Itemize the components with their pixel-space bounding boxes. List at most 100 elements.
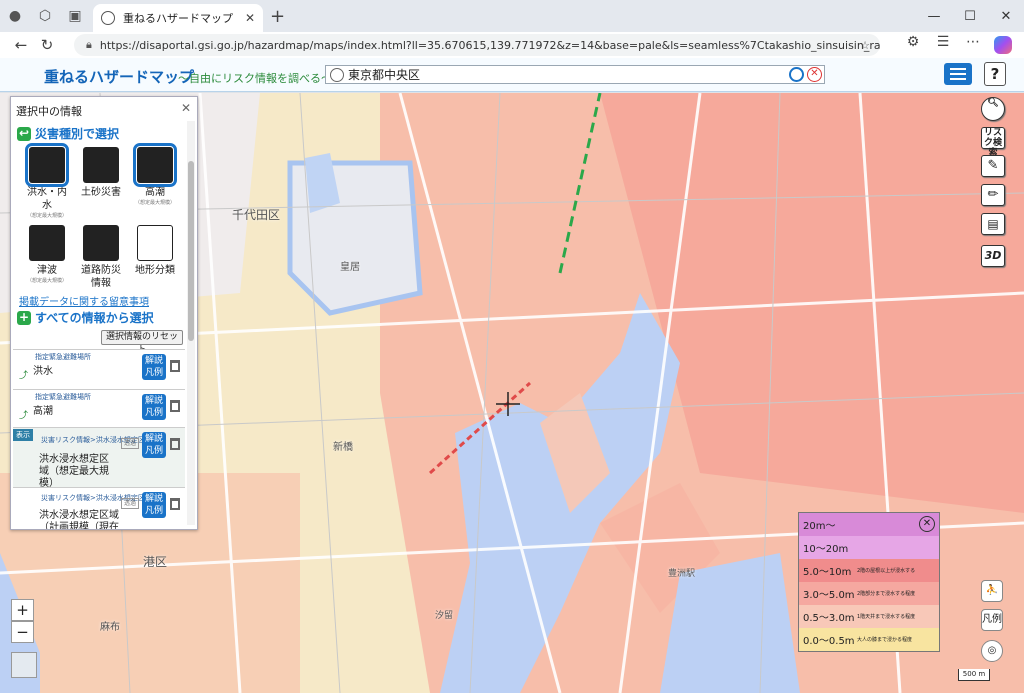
reset-button[interactable]: 選択情報のリセット (101, 330, 183, 355)
layer-item[interactable]: 指定緊急避難場所 ⤴ 高潮 解説凡例 (13, 389, 185, 427)
section-label: 災害種別で選択 (35, 127, 120, 141)
hazard-flood[interactable]: 洪水・内水 （想定最大規模） (25, 143, 69, 219)
hazard-terrain[interactable]: 地形分類 (133, 225, 177, 277)
opacity-button[interactable]: 透過 (121, 438, 139, 449)
legend-desc: 2階の屋根以上が浸水する (857, 567, 916, 574)
legend-label: 0.5～3.0m (803, 613, 855, 624)
magnifier-icon[interactable]: 🔍︎ (981, 97, 1005, 121)
legend-label: 5.0～10m (803, 567, 852, 578)
browser-toolbar-right: ⚙ ☰ ⋯ (898, 34, 1018, 56)
minimize-button[interactable]: — (916, 0, 952, 32)
layer-item[interactable]: 災害リスク情報>洪水浸水想定区域 洪水浸水想定区域（計画規模（現在の 透過 解説… (13, 487, 185, 530)
window-controls: — ☐ ✕ (916, 0, 1024, 32)
legend-button[interactable]: 解説凡例 (142, 394, 166, 420)
hazard-label: 地形分類 (135, 265, 175, 276)
menu-button[interactable] (944, 63, 972, 85)
terrain-icon (137, 225, 173, 261)
address-bar[interactable]: 🔒︎ https://disaportal.gsi.go.jp/hazardma… (74, 34, 880, 56)
legend-close-icon[interactable]: ✕ (919, 516, 935, 532)
search-input[interactable]: 東京都中央区 (348, 66, 420, 83)
browser-tabbar: ● ⬡ ▣ 重ねるハザードマップ ✕ + — ☐ ✕ (0, 0, 1024, 32)
legend-desc: 2階部分まで浸水する程度 (857, 590, 916, 597)
notice-link[interactable]: 掲載データに関する留意事項 (19, 293, 149, 308)
hazard-road[interactable]: 道路防災情報 (79, 225, 123, 290)
hazard-landslide[interactable]: 土砂災害 (79, 147, 123, 199)
close-tab-icon[interactable]: ✕ (245, 11, 255, 25)
hazard-type-section[interactable]: ↩ 災害種別で選択 (17, 125, 119, 142)
browser-navbar: ← ↻ 🔒︎ https://disaportal.gsi.go.jp/haza… (0, 32, 1024, 58)
hazard-storm-surge[interactable]: 高潮 （想定最大規模） (133, 143, 177, 206)
panel-scrollbar[interactable] (187, 121, 195, 525)
section-icon: ↩ (17, 125, 31, 141)
opacity-button[interactable]: 透過 (121, 498, 139, 509)
flood-icon (25, 143, 69, 187)
label-chiyoda: 千代田区 (232, 208, 281, 222)
legend-button[interactable]: 解説凡例 (142, 492, 166, 518)
toolbox-icon[interactable]: ▤ (981, 213, 1005, 235)
evacuation-icon[interactable]: ⛹ (981, 580, 1003, 602)
profile-icon[interactable]: ● (0, 1, 30, 31)
legend-row: 10～20m (799, 536, 939, 559)
road-icon (83, 225, 119, 261)
panel-close-icon[interactable]: ✕ (181, 101, 191, 115)
clear-icon[interactable]: ✕ (807, 67, 822, 82)
scale-bar: 500 m (958, 669, 990, 681)
layer-name: 高潮 (33, 406, 53, 417)
legend-button[interactable]: 解説凡例 (142, 354, 166, 380)
new-tab-button[interactable]: + (270, 6, 285, 27)
lock-icon: 🔒︎ (86, 38, 92, 51)
hazard-label: 津波 (37, 265, 57, 276)
trash-icon[interactable] (170, 360, 180, 372)
url-text: https://disaportal.gsi.go.jp/hazardmap/m… (99, 38, 880, 52)
address-search-box[interactable]: 東京都中央区 ✕ (325, 65, 825, 84)
reload-button[interactable]: ↻ (34, 36, 60, 54)
layer-item-active[interactable]: 表示 災害リスク情報>洪水浸水想定区域 洪水浸水想定区域（想定最大規模） 透過 … (13, 427, 185, 489)
hazard-label: 道路防災情報 (81, 265, 121, 289)
help-button[interactable]: ? (984, 62, 1006, 86)
legend-row: 3.0～5.0m 2階部分まで浸水する程度 (799, 582, 939, 605)
all-info-section[interactable]: + すべての情報から選択 (17, 309, 154, 326)
3d-button[interactable]: 3D (981, 245, 1005, 267)
close-window-button[interactable]: ✕ (988, 0, 1024, 32)
ruler-icon[interactable]: ✎ (981, 155, 1005, 177)
drag-icon[interactable]: ⤴ (19, 408, 28, 421)
legend-row: 0.0～0.5m 大人の膝まで浸かる程度 (799, 628, 939, 651)
legend-toggle-button[interactable]: 凡例 (981, 609, 1003, 631)
hazard-label: 土砂災害 (81, 187, 121, 198)
layer-name: 洪水浸水想定区域（計画規模（現在の (39, 510, 119, 530)
legend-button[interactable]: 解説凡例 (142, 432, 166, 458)
label-shokan: 汐留 (435, 611, 454, 621)
workspaces-icon[interactable]: ⬡ (30, 1, 60, 31)
landslide-icon (83, 147, 119, 183)
location-icon[interactable]: ◎ (981, 640, 1003, 662)
storm-surge-icon (133, 143, 177, 187)
hazard-label: 高潮 (145, 187, 165, 198)
favorite-star-icon[interactable]: ☆ (860, 39, 870, 52)
trash-icon[interactable] (170, 400, 180, 412)
panel-title: 選択中の情報 (16, 105, 82, 118)
tab-actions-icon[interactable]: ▣ (60, 1, 90, 31)
app-title[interactable]: 重ねるハザードマップ (44, 66, 194, 87)
pencil-icon[interactable]: ✏ (981, 184, 1005, 206)
layer-item[interactable]: 指定緊急避難場所 ⤴ 洪水 解説凡例 (13, 349, 185, 389)
copilot-icon[interactable] (994, 36, 1012, 54)
risk-search-button[interactable]: リスク検索 (981, 127, 1005, 158)
more-icon[interactable]: ⋯ (958, 34, 988, 56)
drag-icon[interactable]: ⤴ (19, 368, 28, 381)
layer-category: 指定緊急避難場所 (35, 353, 91, 361)
hazard-tsunami[interactable]: 津波 （想定最大規模） (25, 225, 69, 284)
layer-name: 洪水浸水想定区域（想定最大規模） (39, 454, 109, 489)
maximize-button[interactable]: ☐ (952, 0, 988, 32)
back-button[interactable]: ← (8, 36, 34, 54)
browser-tab[interactable]: 重ねるハザードマップ ✕ (93, 4, 263, 32)
favorites-icon[interactable]: ☰ (928, 34, 958, 56)
trash-icon[interactable] (170, 438, 180, 450)
legend-label: 20m～ (803, 521, 836, 532)
zoom-out-button[interactable]: − (11, 621, 34, 643)
trash-icon[interactable] (170, 498, 180, 510)
extensions-icon[interactable]: ⚙ (898, 34, 928, 56)
zoom-in-button[interactable]: + (11, 599, 34, 621)
label-shinbashi: 新橋 (333, 442, 353, 453)
search-icon[interactable] (789, 67, 804, 82)
basemap-switch-icon[interactable] (11, 652, 37, 678)
